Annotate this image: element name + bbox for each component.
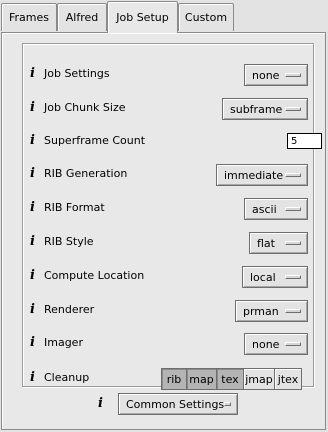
imager-value: none bbox=[252, 337, 280, 351]
cleanup-label: Cleanup bbox=[44, 371, 90, 384]
row-superframe-count: i Superframe Count bbox=[30, 131, 322, 151]
tab-bar: Frames Alfred Job Setup Custom bbox=[0, 0, 328, 33]
tab-label: Alfred bbox=[65, 11, 99, 24]
tab-label: Frames bbox=[8, 11, 49, 24]
option-menu-indicator-icon bbox=[285, 241, 301, 245]
cleanup-toggle-group: rib map tex jmap jtex bbox=[161, 368, 302, 390]
info-icon[interactable]: i bbox=[30, 235, 38, 249]
cleanup-toggle-rib[interactable]: rib bbox=[162, 369, 187, 389]
job-settings-label: Job Settings bbox=[44, 67, 110, 80]
row-rib-generation: i RIB Generation immediate bbox=[30, 164, 310, 186]
rib-style-label: RIB Style bbox=[44, 235, 94, 248]
option-menu-indicator-icon bbox=[285, 207, 301, 211]
rib-generation-value: immediate bbox=[224, 168, 284, 182]
cleanup-toggle-tex[interactable]: tex bbox=[217, 369, 244, 389]
rib-generation-menu[interactable]: immediate bbox=[216, 164, 308, 186]
option-menu-indicator-icon bbox=[285, 73, 301, 77]
option-menu-indicator-icon bbox=[224, 402, 231, 406]
tab-label: Custom bbox=[184, 11, 228, 24]
cleanup-toggle-jmap[interactable]: jmap bbox=[244, 369, 275, 389]
job-chunk-size-menu[interactable]: subframe bbox=[222, 98, 308, 120]
info-icon[interactable]: i bbox=[30, 269, 38, 283]
info-icon[interactable]: i bbox=[30, 134, 38, 148]
row-job-chunk-size: i Job Chunk Size subframe bbox=[30, 98, 310, 120]
tab-custom[interactable]: Custom bbox=[178, 3, 234, 31]
toggle-label: rib bbox=[166, 372, 182, 386]
imager-menu[interactable]: none bbox=[244, 333, 308, 355]
job-settings-menu[interactable]: none bbox=[244, 64, 308, 86]
row-renderer: i Renderer prman bbox=[30, 300, 310, 322]
renderer-label: Renderer bbox=[44, 303, 95, 316]
row-imager: i Imager none bbox=[30, 333, 310, 355]
job-chunk-size-value: subframe bbox=[230, 102, 283, 116]
info-icon[interactable]: i bbox=[30, 67, 38, 81]
compute-location-value: local bbox=[250, 270, 276, 284]
job-setup-window: Frames Alfred Job Setup Custom i Job Set… bbox=[0, 0, 328, 432]
superframe-count-label: Superframe Count bbox=[44, 134, 146, 147]
cleanup-toggle-map[interactable]: map bbox=[187, 369, 217, 389]
common-settings-row: i Common Settings bbox=[98, 393, 248, 415]
info-icon[interactable]: i bbox=[30, 201, 38, 215]
option-menu-indicator-icon bbox=[285, 309, 301, 313]
tab-frames[interactable]: Frames bbox=[1, 3, 57, 31]
tab-alfred[interactable]: Alfred bbox=[57, 3, 107, 31]
info-icon[interactable]: i bbox=[30, 336, 38, 350]
renderer-menu[interactable]: prman bbox=[235, 300, 308, 322]
tab-job-setup[interactable]: Job Setup bbox=[107, 1, 178, 33]
common-settings-value: Common Settings bbox=[126, 397, 225, 411]
superframe-count-input[interactable] bbox=[287, 133, 322, 149]
job-settings-group: i Job Settings none i Job Chunk Size sub… bbox=[22, 43, 322, 390]
compute-location-label: Compute Location bbox=[44, 269, 145, 282]
job-chunk-size-label: Job Chunk Size bbox=[44, 101, 126, 114]
info-icon[interactable]: i bbox=[30, 303, 38, 317]
row-rib-style: i RIB Style flat bbox=[30, 232, 310, 254]
row-rib-format: i RIB Format ascii bbox=[30, 198, 310, 220]
rib-style-menu[interactable]: flat bbox=[249, 232, 308, 254]
compute-location-menu[interactable]: local bbox=[242, 266, 308, 288]
job-setup-panel: i Job Settings none i Job Chunk Size sub… bbox=[1, 32, 326, 430]
cleanup-toggle-jtex[interactable]: jtex bbox=[275, 369, 301, 389]
option-menu-indicator-icon bbox=[285, 107, 301, 111]
common-settings-menu[interactable]: Common Settings bbox=[118, 393, 238, 415]
toggle-label: tex bbox=[221, 372, 239, 386]
row-compute-location: i Compute Location local bbox=[30, 266, 310, 288]
imager-label: Imager bbox=[44, 336, 83, 349]
info-icon[interactable]: i bbox=[30, 167, 38, 181]
info-icon[interactable]: i bbox=[30, 371, 38, 385]
rib-format-label: RIB Format bbox=[44, 201, 105, 214]
rib-generation-label: RIB Generation bbox=[44, 167, 128, 180]
row-job-settings: i Job Settings none bbox=[30, 64, 310, 86]
renderer-value: prman bbox=[243, 304, 279, 318]
row-cleanup: i Cleanup rib map tex jmap jtex bbox=[30, 368, 310, 390]
toggle-label: jtex bbox=[277, 372, 299, 386]
option-menu-indicator-icon bbox=[285, 342, 301, 346]
tab-label: Job Setup bbox=[116, 11, 169, 24]
info-icon[interactable]: i bbox=[98, 397, 106, 411]
rib-format-value: ascii bbox=[252, 202, 277, 216]
info-icon[interactable]: i bbox=[30, 101, 38, 115]
toggle-label: map bbox=[189, 372, 214, 386]
option-menu-indicator-icon bbox=[285, 173, 301, 177]
rib-format-menu[interactable]: ascii bbox=[244, 198, 308, 220]
rib-style-value: flat bbox=[257, 236, 275, 250]
toggle-label: jmap bbox=[245, 372, 273, 386]
option-menu-indicator-icon bbox=[285, 275, 301, 279]
job-settings-value: none bbox=[252, 68, 280, 82]
